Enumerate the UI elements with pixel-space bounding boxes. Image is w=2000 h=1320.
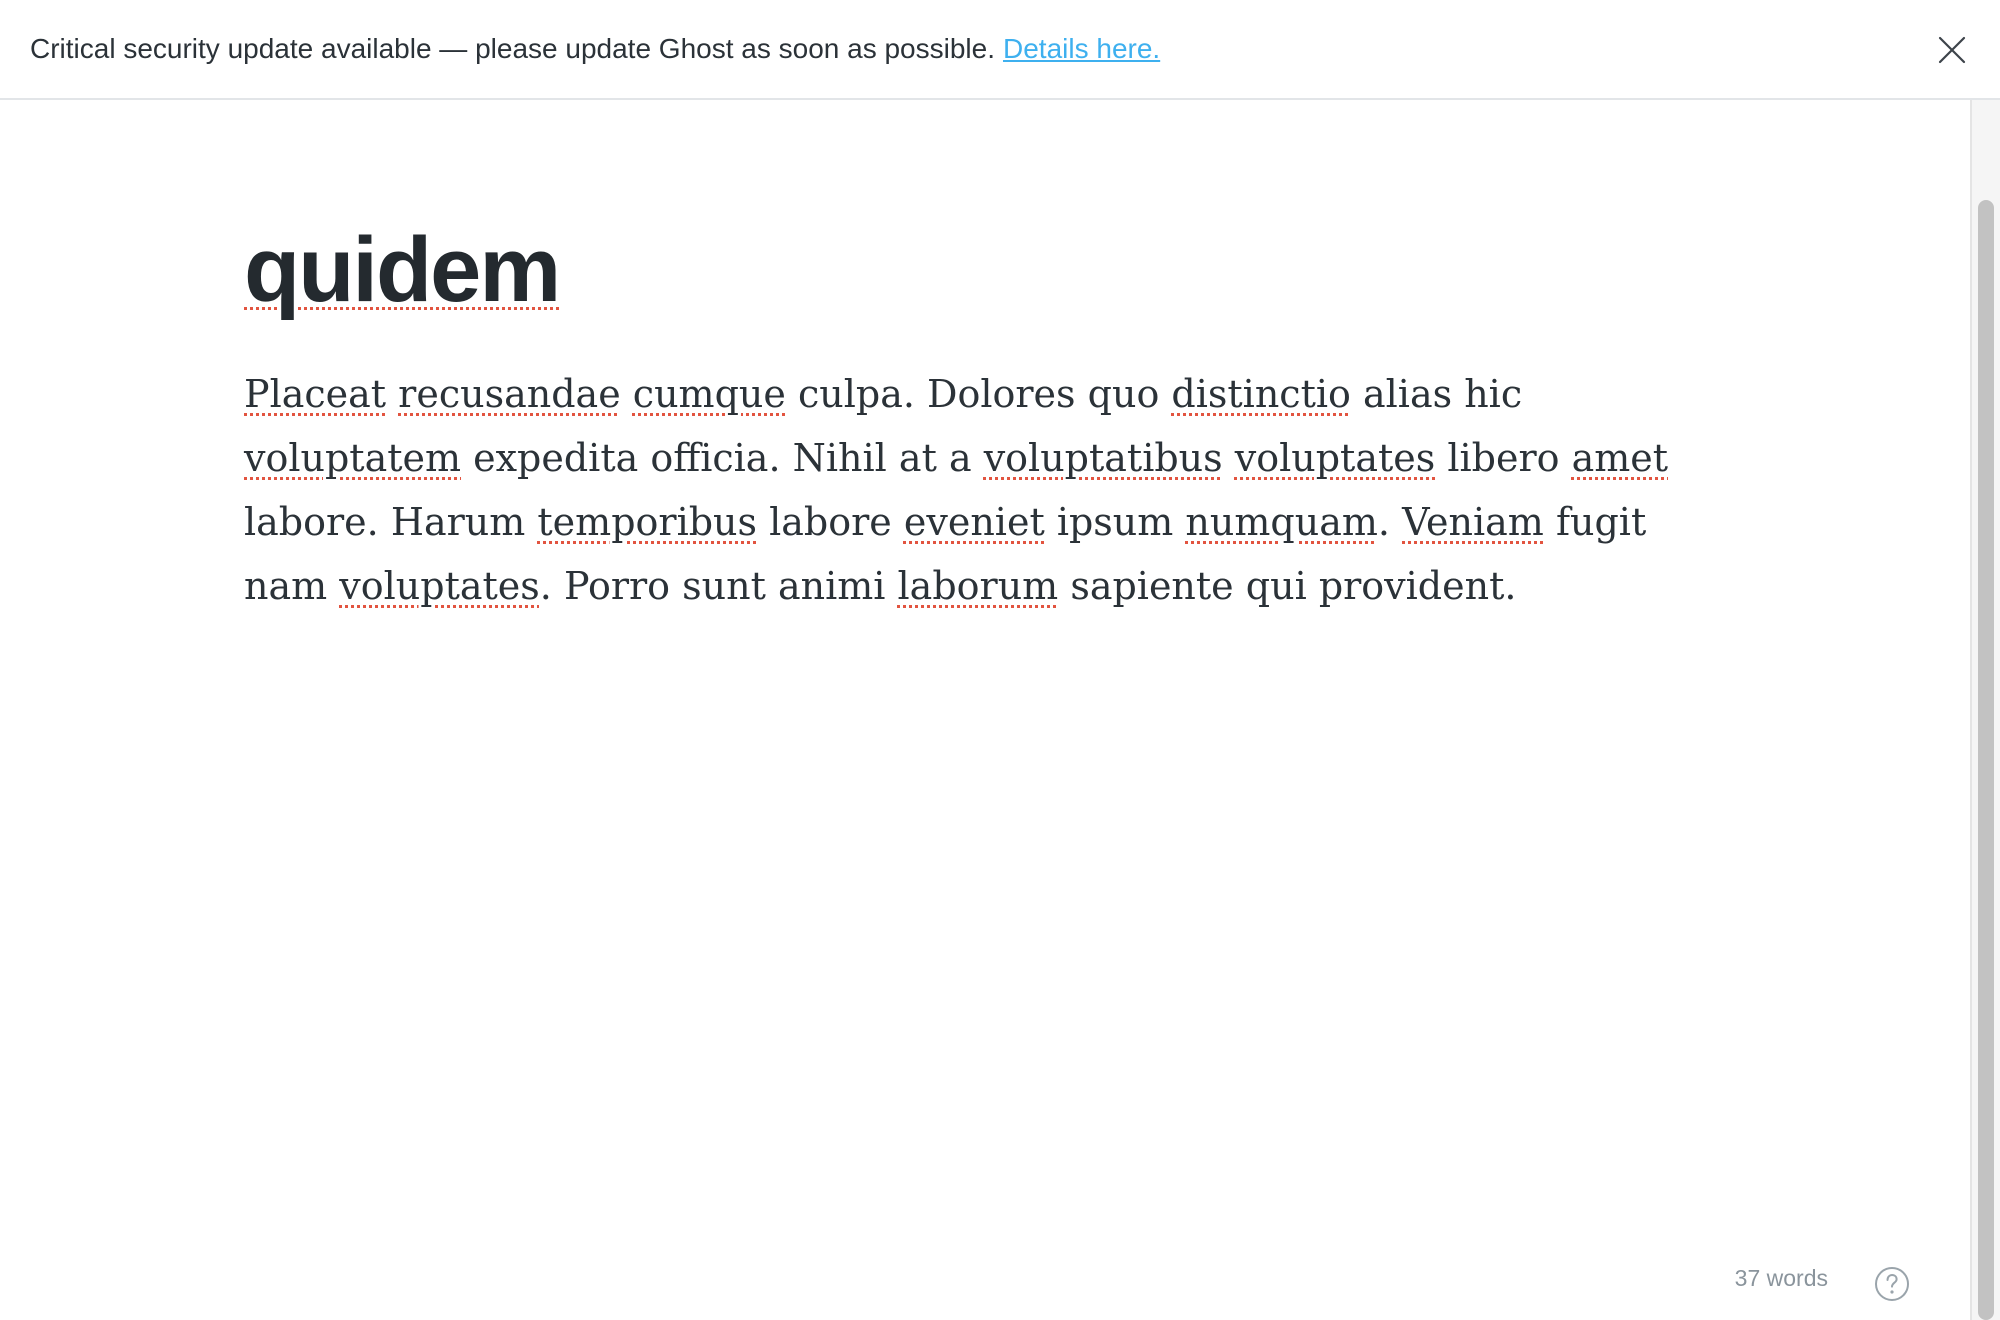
editor-page: Critical security update available — ple… [0, 0, 2000, 1320]
misspelled-word: eveniet [903, 500, 1045, 544]
misspelled-word: voluptatem [244, 436, 462, 480]
misspelled-word: cumque [632, 372, 786, 416]
close-icon[interactable] [1932, 30, 1972, 70]
post-title-text: quidem [244, 219, 561, 321]
misspelled-word: amet [1571, 436, 1669, 480]
post-title[interactable]: quidem [244, 224, 561, 316]
security-alert-banner: Critical security update available — ple… [0, 0, 2000, 100]
misspelled-word: voluptatibus [983, 436, 1223, 480]
misspelled-word: laborum [897, 564, 1059, 608]
misspelled-word: voluptates [1234, 436, 1436, 480]
word-count: 37 words [1734, 1265, 1828, 1291]
misspelled-word: temporibus [537, 500, 758, 544]
alert-message: Critical security update available — ple… [30, 33, 995, 64]
alert-details-link[interactable]: Details here. [1003, 33, 1160, 65]
post-body[interactable]: Placeat recusandae cumque culpa. Dolores… [244, 362, 1704, 618]
scrollbar-thumb[interactable] [1978, 200, 1994, 1320]
misspelled-word: Veniam [1402, 500, 1544, 544]
post-editor: quidem Placeat recusandae cumque culpa. … [0, 100, 1970, 1320]
misspelled-word: distinctio [1171, 372, 1351, 416]
misspelled-word: numquam [1185, 500, 1378, 544]
editor-scrollbar[interactable] [1970, 100, 2000, 1320]
misspelled-word: voluptates [339, 564, 540, 608]
help-icon[interactable] [1874, 1266, 1910, 1302]
misspelled-word: Placeat [244, 372, 387, 416]
misspelled-word: recusandae [398, 372, 621, 416]
